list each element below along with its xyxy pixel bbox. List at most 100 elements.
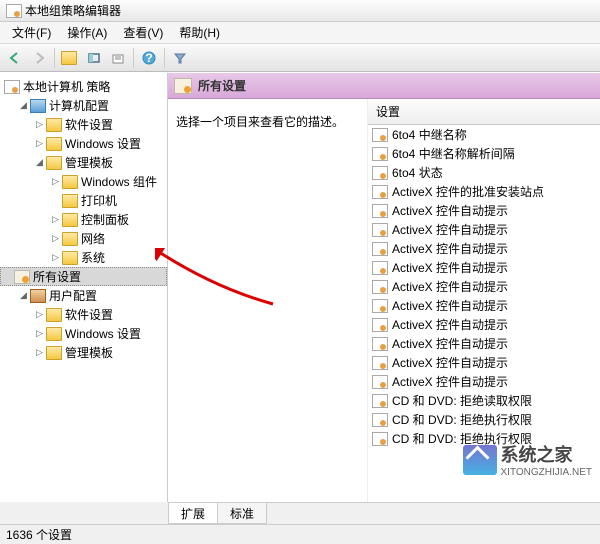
menu-help[interactable]: 帮助(H) <box>171 24 228 41</box>
list-item[interactable]: ActiveX 控件自动提示 <box>368 334 600 353</box>
list-item[interactable]: ActiveX 控件的批准安装站点 <box>368 182 600 201</box>
list-item[interactable]: ActiveX 控件自动提示 <box>368 277 600 296</box>
folder-icon <box>62 232 78 246</box>
tree-printers[interactable]: 打印机 <box>0 191 167 210</box>
policy-item-icon <box>372 356 388 370</box>
expand-icon[interactable]: ▷ <box>34 328 45 339</box>
collapse-icon[interactable]: ◢ <box>18 100 29 111</box>
status-text: 1636 个设置 <box>6 526 72 543</box>
menu-action[interactable]: 操作(A) <box>59 24 115 41</box>
list-item-label: ActiveX 控件自动提示 <box>392 278 508 295</box>
list-item-label: ActiveX 控件自动提示 <box>392 259 508 276</box>
expand-icon[interactable]: ▷ <box>50 252 61 263</box>
list-item[interactable]: 6to4 中继名称 <box>368 125 600 144</box>
up-button[interactable] <box>59 47 81 69</box>
filter-button[interactable] <box>169 47 191 69</box>
policy-item-icon <box>372 185 388 199</box>
expand-icon[interactable]: ▷ <box>50 176 61 187</box>
list-item[interactable]: ActiveX 控件自动提示 <box>368 315 600 334</box>
user-icon <box>30 289 46 303</box>
folder-icon <box>46 327 62 341</box>
list-item-label: ActiveX 控件自动提示 <box>392 335 508 352</box>
tab-extended[interactable]: 扩展 <box>168 503 218 524</box>
list-item[interactable]: ActiveX 控件自动提示 <box>368 296 600 315</box>
tab-bar: 扩展 标准 <box>168 502 600 524</box>
tree-user-windows[interactable]: ▷ Windows 设置 <box>0 324 167 343</box>
tree-network[interactable]: ▷ 网络 <box>0 229 167 248</box>
content-area: 本地计算机 策略 ◢ 计算机配置 ▷ 软件设置 ▷ Windows 设置 ◢ 管… <box>0 72 600 502</box>
list-item[interactable]: ActiveX 控件自动提示 <box>368 353 600 372</box>
tree-software-settings[interactable]: ▷ 软件设置 <box>0 115 167 134</box>
list-item[interactable]: 6to4 状态 <box>368 163 600 182</box>
list-item-label: ActiveX 控件的批准安装站点 <box>392 183 544 200</box>
status-bar: 1636 个设置 <box>0 524 600 544</box>
show-hide-button[interactable] <box>83 47 105 69</box>
list-item[interactable]: CD 和 DVD: 拒绝读取权限 <box>368 391 600 410</box>
list-item-label: ActiveX 控件自动提示 <box>392 373 508 390</box>
list-item[interactable]: ActiveX 控件自动提示 <box>368 201 600 220</box>
tree-label: Windows 组件 <box>81 173 157 190</box>
list-item-label: 6to4 中继名称 <box>392 126 467 143</box>
tree-system[interactable]: ▷ 系统 <box>0 248 167 267</box>
forward-button[interactable] <box>28 47 50 69</box>
list-item-label: ActiveX 控件自动提示 <box>392 297 508 314</box>
folder-icon <box>46 308 62 322</box>
list-item[interactable]: CD 和 DVD: 拒绝执行权限 <box>368 429 600 448</box>
policy-item-icon <box>372 204 388 218</box>
collapse-icon[interactable]: ◢ <box>34 157 45 168</box>
collapse-icon[interactable]: ◢ <box>18 290 29 301</box>
tree-windows-components[interactable]: ▷ Windows 组件 <box>0 172 167 191</box>
expand-icon[interactable]: ▷ <box>34 347 45 358</box>
list-item-label: ActiveX 控件自动提示 <box>392 202 508 219</box>
tree-windows-settings[interactable]: ▷ Windows 设置 <box>0 134 167 153</box>
expand-icon[interactable]: ▷ <box>34 119 45 130</box>
policy-item-icon <box>372 318 388 332</box>
column-label: 设置 <box>376 105 400 119</box>
expand-icon[interactable]: ▷ <box>34 309 45 320</box>
tree-label: 用户配置 <box>49 287 97 304</box>
tree-control-panel[interactable]: ▷ 控制面板 <box>0 210 167 229</box>
menu-file[interactable]: 文件(F) <box>4 24 59 41</box>
tree-user-config[interactable]: ◢ 用户配置 <box>0 286 167 305</box>
tree-label: 打印机 <box>81 192 117 209</box>
list-item[interactable]: CD 和 DVD: 拒绝执行权限 <box>368 410 600 429</box>
tree-root[interactable]: 本地计算机 策略 <box>0 77 167 96</box>
expand-icon[interactable]: ▷ <box>50 233 61 244</box>
tab-standard[interactable]: 标准 <box>217 503 267 524</box>
tree-label: Windows 设置 <box>65 135 141 152</box>
list-item[interactable]: ActiveX 控件自动提示 <box>368 372 600 391</box>
list-item[interactable]: ActiveX 控件自动提示 <box>368 239 600 258</box>
expand-icon[interactable]: ▷ <box>50 214 61 225</box>
settings-list[interactable]: 设置 6to4 中继名称6to4 中继名称解析间隔6to4 状态 ActiveX … <box>368 99 600 502</box>
tree-computer-config[interactable]: ◢ 计算机配置 <box>0 96 167 115</box>
policy-item-icon <box>372 337 388 351</box>
list-item[interactable]: 6to4 中继名称解析间隔 <box>368 144 600 163</box>
list-item-label: CD 和 DVD: 拒绝读取权限 <box>392 392 532 409</box>
app-icon <box>6 4 22 18</box>
list-item-label: ActiveX 控件自动提示 <box>392 354 508 371</box>
main-header: 所有设置 <box>168 73 600 99</box>
back-button[interactable] <box>4 47 26 69</box>
policy-item-icon <box>372 223 388 237</box>
computer-icon <box>30 99 46 113</box>
menu-view[interactable]: 查看(V) <box>115 24 171 41</box>
svg-text:?: ? <box>145 51 152 65</box>
tree-label: 管理模板 <box>65 154 113 171</box>
tree-user-admin[interactable]: ▷ 管理模板 <box>0 343 167 362</box>
list-item[interactable]: ActiveX 控件自动提示 <box>368 220 600 239</box>
tree-user-software[interactable]: ▷ 软件设置 <box>0 305 167 324</box>
tree-label: 计算机配置 <box>49 97 109 114</box>
help-button[interactable]: ? <box>138 47 160 69</box>
export-button[interactable] <box>107 47 129 69</box>
column-header-setting[interactable]: 设置 <box>368 99 600 125</box>
list-item[interactable]: ActiveX 控件自动提示 <box>368 258 600 277</box>
tree-all-settings[interactable]: 所有设置 <box>0 267 167 286</box>
spacer <box>50 195 61 206</box>
list-item-label: 6to4 状态 <box>392 164 443 181</box>
toolbar-separator <box>54 48 55 68</box>
toolbar: ? <box>0 44 600 72</box>
expand-icon[interactable]: ▷ <box>34 138 45 149</box>
tree-sidebar[interactable]: 本地计算机 策略 ◢ 计算机配置 ▷ 软件设置 ▷ Windows 设置 ◢ 管… <box>0 73 168 502</box>
tree-label: 网络 <box>81 230 105 247</box>
tree-admin-templates[interactable]: ◢ 管理模板 <box>0 153 167 172</box>
